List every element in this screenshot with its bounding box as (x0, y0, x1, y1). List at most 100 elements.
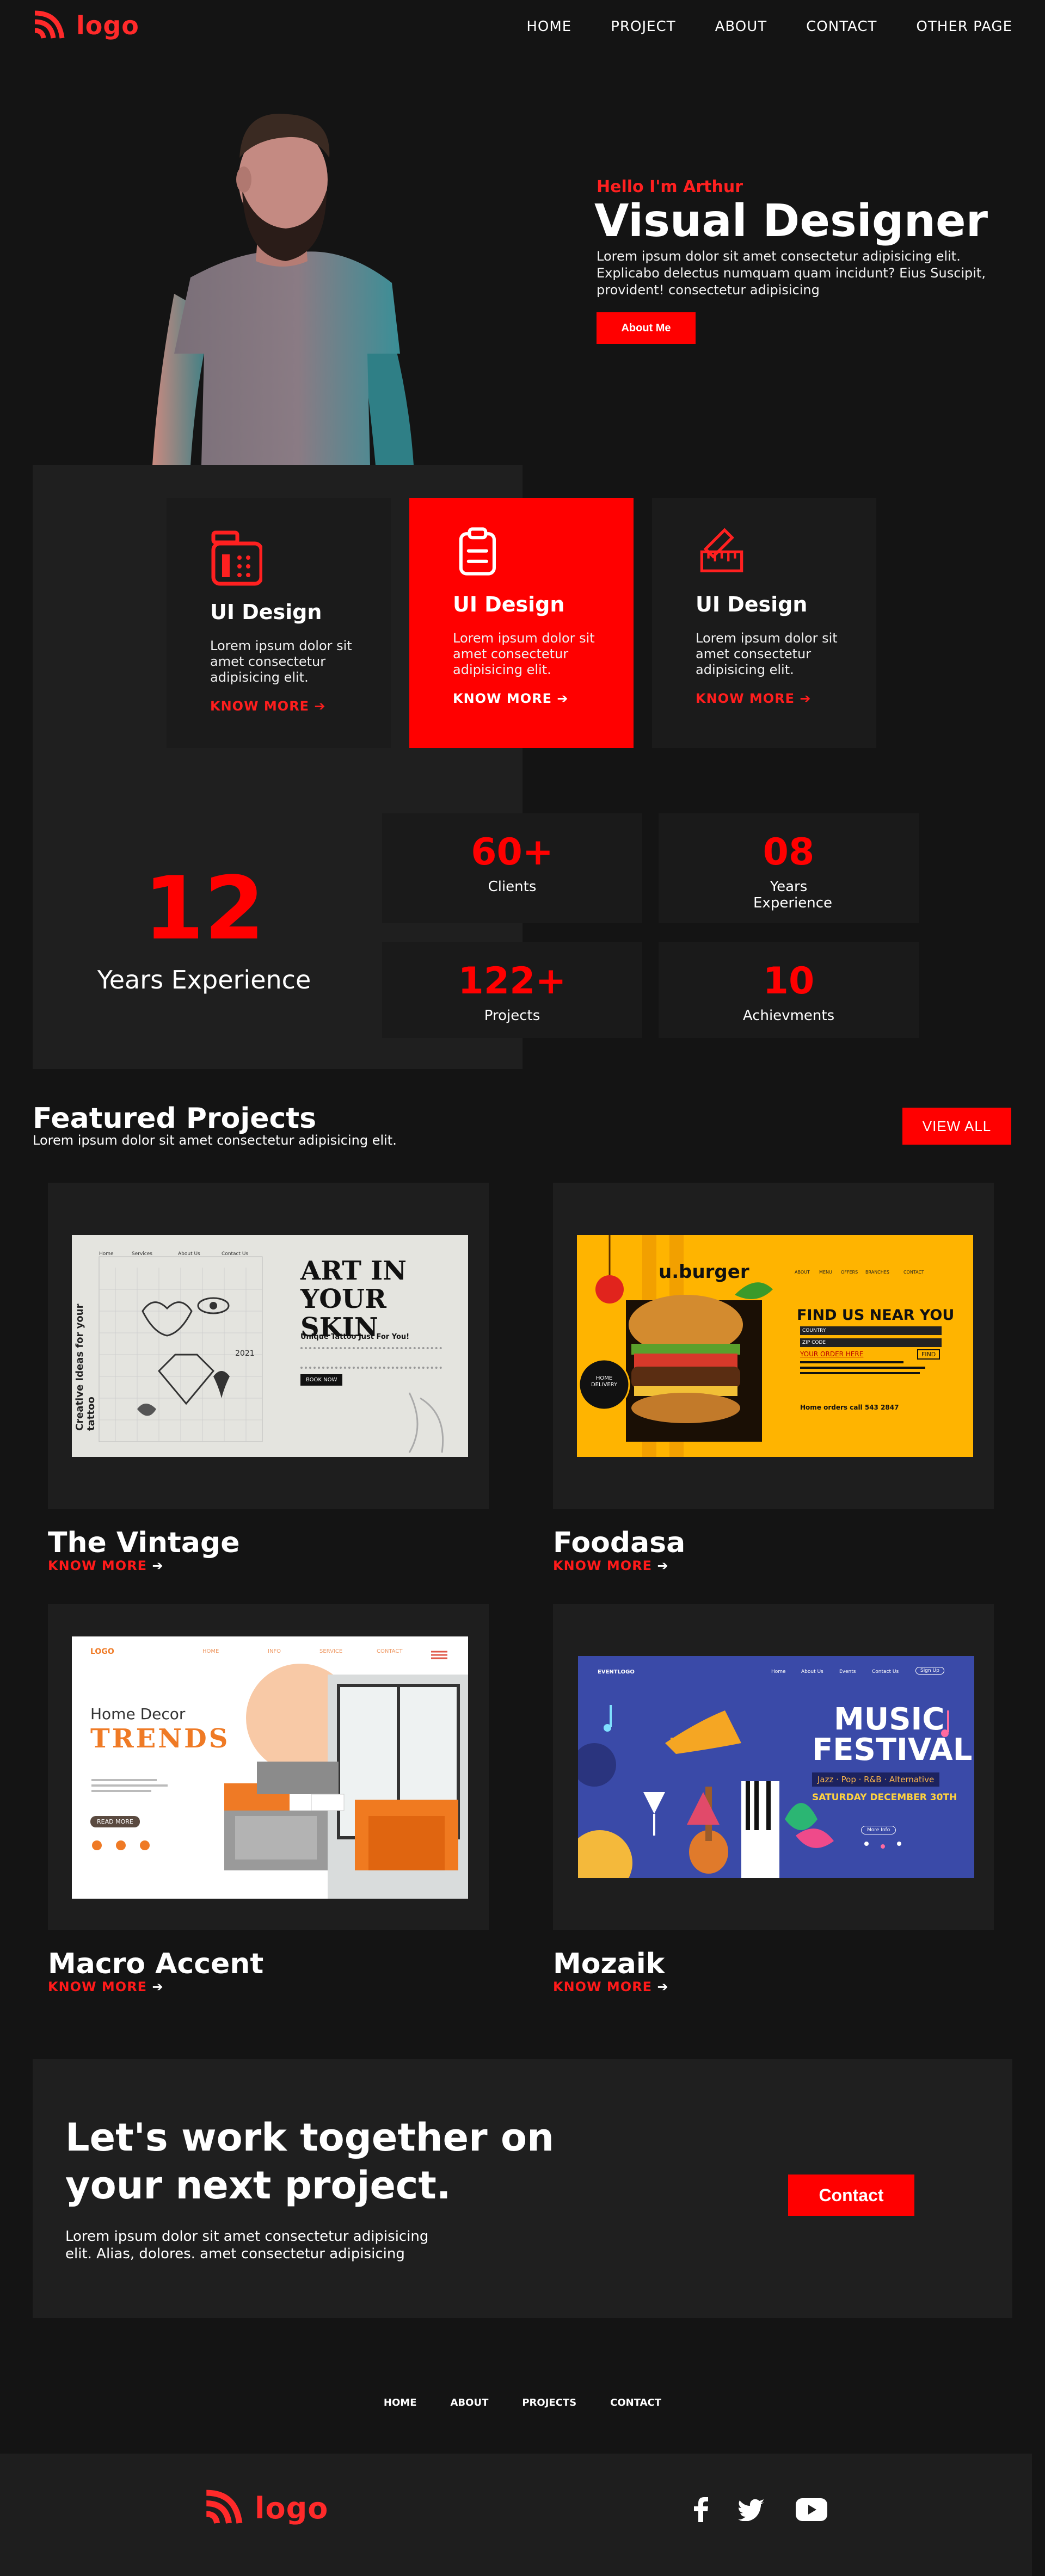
mock-decor-nav-contact: CONTACT (377, 1648, 403, 1654)
project-thumbnail-vintage: Home Services About Us Contact Us Creati… (72, 1235, 468, 1457)
project-card-mozaik[interactable]: EVENTLOGO Home About Us Events Contact U… (553, 1604, 994, 1930)
mock-decor-logo: LOGO (90, 1647, 114, 1656)
service-card-3[interactable]: UI Design Lorem ipsum dolor sit amet con… (652, 498, 876, 748)
mock-burger-nav-contact: CONTACT (903, 1270, 924, 1275)
mock-burger-nav-offers: OFFERS (841, 1270, 858, 1275)
stat-value: 10 (763, 960, 815, 1003)
mock-side-text: Creative Ideas for your tattoo (74, 1304, 97, 1431)
project-name-3: Macro Accent (48, 1948, 264, 1980)
years-number: 12 (143, 857, 265, 959)
main-nav: HOME PROJECT ABOUT CONTACT OTHER PAGE (526, 18, 1012, 35)
project-thumbnail-macro-accent: LOGO HOME INFO SERVICE CONTACT Home Deco… (72, 1636, 468, 1899)
decor-site-mockup (91, 1651, 468, 1899)
mock-order: YOUR ORDER HERE (800, 1350, 864, 1358)
mock-music-date: SATURDAY DECEMBER 30TH (812, 1792, 957, 1803)
about-me-button[interactable]: About Me (597, 312, 696, 344)
stat-value: 08 (763, 831, 815, 874)
mock-find-button: FIND (917, 1349, 941, 1360)
project-card-vintage[interactable]: Home Services About Us Contact Us Creati… (48, 1183, 489, 1509)
burger-site-mockup (578, 1235, 942, 1457)
mock-music-nav-about: About Us (801, 1669, 823, 1675)
atm-icon (211, 530, 263, 586)
mock-decor-nav-service: SERVICE (319, 1648, 343, 1654)
footer-nav-projects[interactable]: PROJECTS (522, 2397, 576, 2408)
footer-nav-contact[interactable]: CONTACT (610, 2397, 661, 2408)
project-name-2: Foodasa (553, 1527, 686, 1559)
footer-nav-about[interactable]: ABOUT (451, 2397, 489, 2408)
stat-achievements: 10 Achievments (659, 942, 919, 1038)
footer-bar: logo (0, 2454, 1032, 2576)
mock-headline: ART IN YOUR SKIN (300, 1256, 407, 1343)
mock-phone: Home orders call 543 2847 (800, 1404, 899, 1411)
mock-burger-nav-branches: BRANCHES (865, 1270, 889, 1275)
know-more-link-1[interactable]: KNOW MORE ➔ (210, 699, 326, 714)
logo-icon (206, 2489, 243, 2524)
mock-music-button: More Info (861, 1826, 896, 1834)
contact-button[interactable]: Contact (788, 2175, 914, 2216)
footer-nav-home[interactable]: HOME (384, 2397, 417, 2408)
service-text-1: Lorem ipsum dolor sit amet consectetur a… (210, 638, 352, 685)
mock-decor-line2: TRENDS (90, 1723, 230, 1754)
stat-value: 60+ (471, 831, 554, 874)
mock-burger-brand: u.burger (659, 1261, 749, 1283)
service-card-2[interactable]: UI Design Lorem ipsum dolor sit amet con… (409, 498, 634, 748)
mock-decor-nav-info: INFO (268, 1648, 281, 1654)
hero-description: Lorem ipsum dolor sit amet consectetur a… (597, 249, 986, 298)
featured-subtitle: Lorem ipsum dolor sit amet consectetur a… (33, 1133, 397, 1148)
mock-music-title2: FESTIVAL (812, 1732, 973, 1768)
mock-nav-contact: Contact Us (222, 1251, 249, 1257)
nav-about[interactable]: ABOUT (715, 18, 767, 35)
project-card-foodasa[interactable]: u.burger ABOUT MENU OFFERS BRANCHES CONT… (553, 1183, 994, 1509)
service-title-1: UI Design (210, 600, 322, 624)
twitter-icon[interactable] (738, 2499, 764, 2521)
project-know-more-3[interactable]: KNOW MORE ➔ (48, 1979, 164, 1994)
project-name-1: The Vintage (48, 1527, 240, 1559)
project-know-more-4[interactable]: KNOW MORE ➔ (553, 1979, 669, 1994)
youtube-icon[interactable] (796, 2498, 827, 2521)
hero-greeting: Hello I'm Arthur (597, 177, 743, 196)
project-thumbnail-mozaik: EVENTLOGO Home About Us Events Contact U… (578, 1656, 974, 1878)
mock-decor-nav-home: HOME (202, 1648, 219, 1654)
stat-label: Projects (484, 1008, 540, 1024)
mock-music-genres: Jazz · Pop · R&B · Alternative (812, 1772, 940, 1787)
mock-nav-services: Services (132, 1251, 152, 1257)
header-logo[interactable]: logo (32, 8, 139, 44)
view-all-button[interactable]: VIEW ALL (902, 1108, 1011, 1145)
mock-nav-about: About Us (178, 1251, 200, 1257)
mock-music-nav-home: Home (771, 1669, 786, 1675)
footer-logo[interactable]: logo (202, 2486, 328, 2530)
mock-country: COUNTRY (802, 1328, 826, 1333)
mock-burger-nav-about: ABOUT (795, 1270, 810, 1275)
stat-clients: 60+ Clients (382, 813, 642, 923)
mock-burger-nav-menu: MENU (819, 1270, 832, 1275)
stat-years: 08 Years Experience (659, 813, 919, 923)
clipboard-icon (459, 527, 496, 576)
featured-title: Featured Projects (33, 1102, 317, 1135)
stat-label: Clients (488, 879, 537, 895)
know-more-link-3[interactable]: KNOW MORE ➔ (696, 691, 812, 706)
footer-logo-text: logo (255, 2491, 329, 2525)
facebook-icon[interactable] (691, 2497, 710, 2522)
project-know-more-1[interactable]: KNOW MORE ➔ (48, 1558, 164, 1573)
mock-book-button: BOOK NOW (300, 1374, 343, 1386)
project-know-more-2[interactable]: KNOW MORE ➔ (553, 1558, 669, 1573)
nav-home[interactable]: HOME (526, 18, 571, 35)
hero-portrait-image (152, 114, 414, 465)
mock-zip: ZIP CODE (802, 1340, 826, 1345)
stat-label: Achievments (742, 1008, 835, 1024)
nav-contact[interactable]: CONTACT (806, 18, 877, 35)
stat-value: 122+ (458, 960, 567, 1003)
mock-decor-button: READ MORE (90, 1816, 140, 1827)
service-title-3: UI Design (696, 592, 808, 616)
nav-project[interactable]: PROJECT (611, 18, 675, 35)
service-card-1[interactable]: UI Design Lorem ipsum dolor sit amet con… (167, 498, 391, 748)
mock-year: 2021 (235, 1349, 255, 1358)
mock-music-brand: EVENTLOGO (598, 1669, 635, 1675)
mock-delivery-badge: HOME DELIVERY (591, 1375, 618, 1388)
mock-body-text (300, 1347, 442, 1369)
years-label: Years Experience (97, 965, 311, 994)
project-card-macro-accent[interactable]: LOGO HOME INFO SERVICE CONTACT Home Deco… (48, 1604, 489, 1930)
nav-other-page[interactable]: OTHER PAGE (916, 18, 1012, 35)
footer-nav: HOME ABOUT PROJECTS CONTACT (0, 2397, 1045, 2408)
know-more-link-2[interactable]: KNOW MORE ➔ (453, 691, 569, 706)
